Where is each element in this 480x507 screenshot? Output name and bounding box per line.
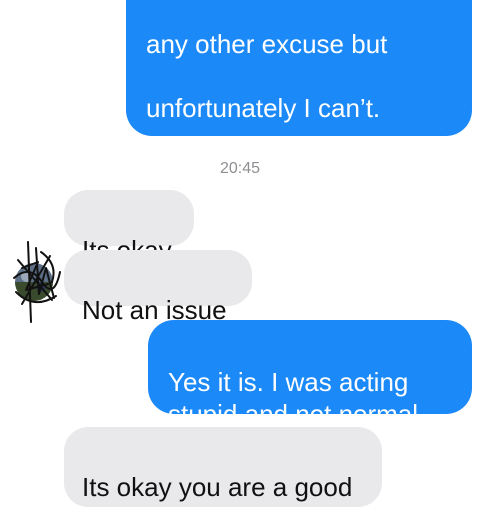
contact-avatar-icon[interactable]: [8, 238, 64, 324]
sent-message-bubble[interactable]: Yes it is. I was acting stupid and not n…: [148, 320, 472, 429]
message-timestamp: 20:45: [219, 160, 261, 177]
scribbled-avatar-icon: [13, 241, 61, 323]
received-message-bubble[interactable]: Its okay you are a good: [64, 427, 382, 507]
message-text-line: unfortunately I can’t.: [146, 93, 381, 123]
received-message-bubble[interactable]: Its okay: [64, 190, 194, 265]
message-text: Its okay you are a good: [82, 472, 353, 502]
message-text-line: any other excuse but: [146, 29, 388, 59]
message-text: Yes it is. I was acting stupid and not n…: [168, 367, 440, 429]
received-message-bubble[interactable]: Not an issue: [64, 250, 252, 325]
sent-message-bubble[interactable]: any other excuse but unfortunately I can…: [126, 0, 472, 251]
